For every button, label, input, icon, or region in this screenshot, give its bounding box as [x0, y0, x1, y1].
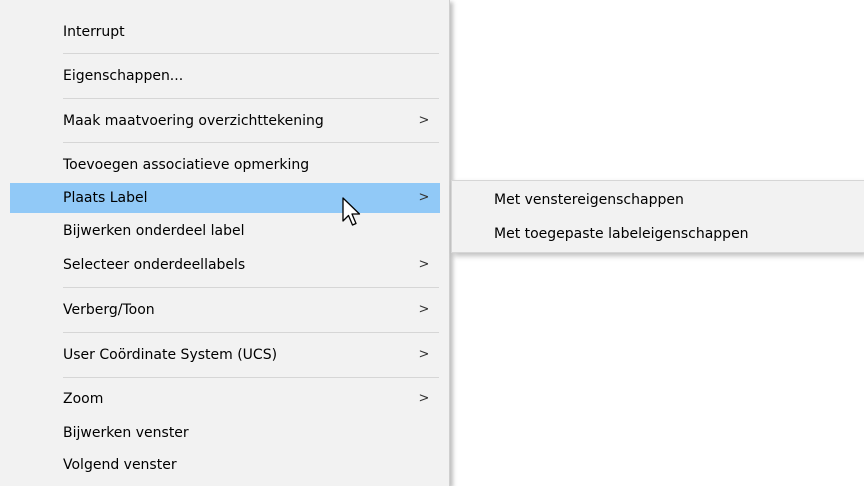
submenu-item-label: Met venstereigenschappen: [494, 192, 684, 208]
menu-item-next-window[interactable]: Volgend venster: [10, 450, 440, 480]
menu-item-label: Plaats Label: [63, 190, 148, 206]
menu-item-select-part-labels[interactable]: Selecteer onderdeellabels >: [10, 250, 440, 280]
chevron-right-icon: >: [418, 391, 430, 406]
menu-item-update-window[interactable]: Bijwerken venster: [10, 418, 440, 448]
menu-item-label: Bijwerken onderdeel label: [63, 223, 245, 239]
menu-separator: [63, 98, 439, 99]
menu-item-label: Toevoegen associatieve opmerking: [63, 157, 310, 173]
menu-item-properties[interactable]: Eigenschappen...: [10, 61, 440, 91]
chevron-right-icon: >: [418, 257, 430, 272]
chevron-right-icon: >: [418, 302, 430, 317]
submenu-item-applied-label-properties[interactable]: Met toegepaste labeleigenschappen: [452, 216, 864, 252]
menu-item-label: User Coördinate System (UCS): [63, 347, 278, 363]
menu-item-label: Selecteer onderdeellabels: [63, 257, 246, 273]
menu-item-place-label[interactable]: Plaats Label >: [10, 183, 440, 213]
menu-item-label: Maak maatvoering overzichttekening: [63, 113, 324, 129]
submenu-item-window-properties[interactable]: Met venstereigenschappen: [452, 182, 864, 218]
menu-item-update-part-label[interactable]: Bijwerken onderdeel label: [10, 216, 440, 246]
menu-separator: [63, 377, 439, 378]
menu-separator: [63, 287, 439, 288]
chevron-right-icon: >: [418, 113, 430, 128]
menu-separator: [63, 142, 439, 143]
menu-item-label: Zoom: [63, 391, 104, 407]
arrow-pointer-icon: [342, 197, 361, 226]
menu-item-label: Verberg/Toon: [63, 302, 155, 318]
menu-item-make-dimensioning[interactable]: Maak maatvoering overzichttekening >: [10, 106, 440, 136]
menu-item-interrupt[interactable]: Interrupt: [10, 17, 440, 47]
chevron-right-icon: >: [418, 190, 430, 205]
context-menu: Interrupt Eigenschappen... Maak maatvoer…: [0, 0, 450, 486]
menu-item-label: Bijwerken venster: [63, 425, 189, 441]
chevron-right-icon: >: [418, 347, 430, 362]
menu-item-label: Interrupt: [63, 24, 125, 40]
menu-separator: [63, 332, 439, 333]
menu-separator: [63, 53, 439, 54]
menu-item-label: Eigenschappen...: [63, 68, 184, 84]
menu-item-label: Volgend venster: [63, 457, 177, 473]
menu-item-zoom[interactable]: Zoom >: [10, 384, 440, 414]
menu-item-hide-show[interactable]: Verberg/Toon >: [10, 295, 440, 325]
submenu-item-label: Met toegepaste labeleigenschappen: [494, 226, 749, 242]
place-label-submenu: Met venstereigenschappen Met toegepaste …: [451, 180, 864, 253]
menu-item-add-associative-note[interactable]: Toevoegen associatieve opmerking: [10, 150, 440, 180]
menu-item-ucs[interactable]: User Coördinate System (UCS) >: [10, 340, 440, 370]
